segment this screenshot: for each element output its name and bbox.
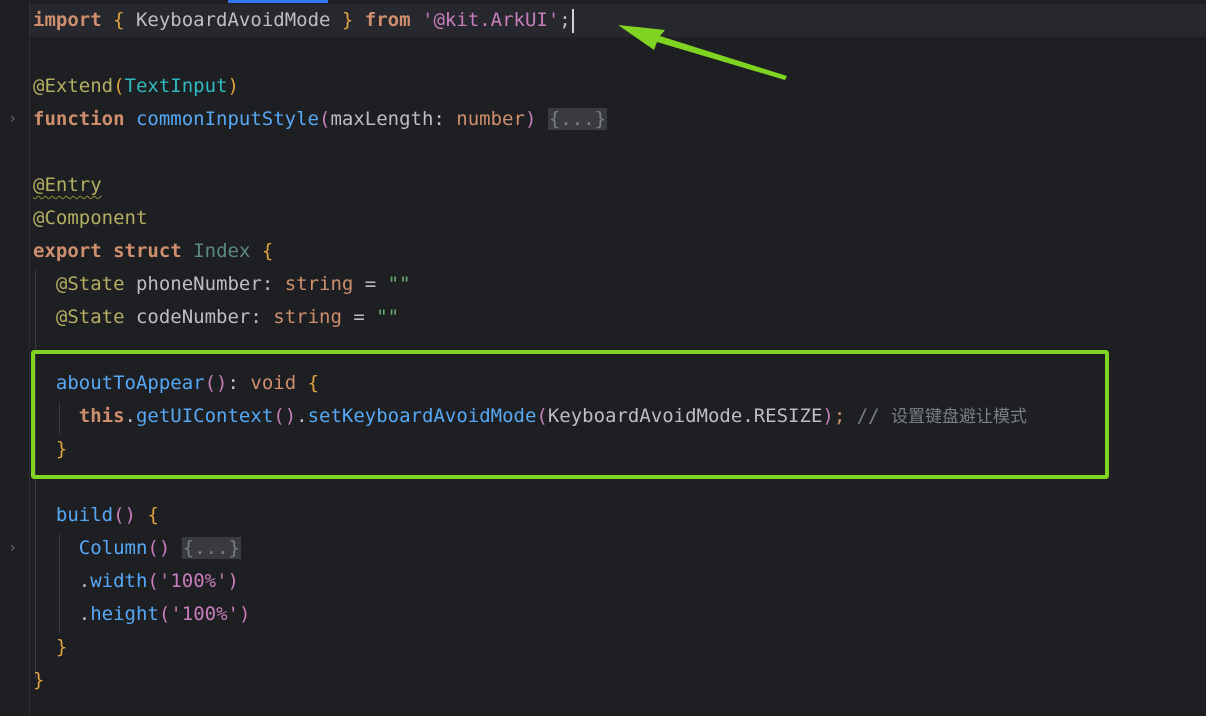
code-line-8[interactable]: export struct Index { xyxy=(33,235,273,268)
class-textinput: TextInput xyxy=(124,75,228,97)
call-width: width xyxy=(90,570,148,592)
field-name: codeNumber xyxy=(124,306,251,328)
code-line-19[interactable]: .height('100%') xyxy=(33,598,251,631)
semicolon: ; xyxy=(559,9,571,31)
colon: : xyxy=(250,306,274,328)
paren-open: ( xyxy=(158,603,171,625)
keyword-from: from xyxy=(364,9,411,31)
brace-close: } xyxy=(33,669,45,691)
code-line-1[interactable]: import { KeyboardAvoidMode } from '@kit.… xyxy=(33,4,574,37)
decorator-extend: @Extend xyxy=(33,75,114,97)
brace-open: { xyxy=(147,504,159,526)
assign: = xyxy=(353,273,388,295)
folded-block[interactable]: {...} xyxy=(181,537,241,559)
assign: = xyxy=(341,306,377,328)
type-number: number xyxy=(456,108,525,130)
parens: () xyxy=(113,504,136,526)
parens: () xyxy=(147,537,171,559)
code-line-17[interactable]: Column() {...} xyxy=(33,532,241,565)
text-caret xyxy=(571,8,574,33)
paren-open: ( xyxy=(147,570,159,592)
type-string: string xyxy=(273,306,342,328)
brace-close: } xyxy=(55,636,68,658)
brace-open: { xyxy=(113,9,125,31)
code-line-10[interactable]: @State codeNumber: string = "" xyxy=(33,301,399,334)
code-line-16[interactable]: build() { xyxy=(33,499,159,532)
gutter-divider xyxy=(29,0,30,716)
import-identifier: KeyboardAvoidMode xyxy=(124,9,342,31)
string-value: "" xyxy=(387,273,411,295)
code-line-6[interactable]: @Entry xyxy=(33,169,102,202)
param-name: maxLength xyxy=(330,108,434,130)
field-name: phoneNumber xyxy=(124,273,262,295)
type-string: string xyxy=(284,273,354,295)
paren-close: ) xyxy=(524,108,537,130)
string-value: "" xyxy=(376,306,400,328)
dot: . xyxy=(78,570,91,592)
keyword-function: function xyxy=(33,108,125,130)
code-line-4[interactable]: function commonInputStyle(maxLength: num… xyxy=(33,103,608,136)
paren-close: ) xyxy=(238,603,251,625)
module-string: '@kit.ArkUI' xyxy=(422,9,560,31)
highlight-box xyxy=(31,350,1109,479)
method-build: build xyxy=(55,504,114,526)
struct-name: Index xyxy=(193,240,251,262)
code-line-9[interactable]: @State phoneNumber: string = "" xyxy=(33,268,411,301)
fold-chevron-icon[interactable]: › xyxy=(10,532,28,565)
paren-close: ) xyxy=(227,570,239,592)
active-tab-indicator xyxy=(228,0,328,3)
code-line-7[interactable]: @Component xyxy=(33,202,147,235)
keyword-struct: struct xyxy=(113,240,182,262)
keyword-export: export xyxy=(33,240,102,262)
function-name: commonInputStyle xyxy=(135,108,319,130)
decorator-component: @Component xyxy=(33,207,148,229)
call-height: height xyxy=(90,603,159,625)
brace-close: } xyxy=(341,9,354,31)
paren-open: ( xyxy=(319,108,331,130)
folded-block[interactable]: {...} xyxy=(547,108,608,130)
paren-open: ( xyxy=(113,75,125,97)
keyword-import: import xyxy=(33,9,102,31)
code-editor[interactable]: › › import { KeyboardAvoidMode } from '@… xyxy=(0,0,1206,716)
code-line-21[interactable]: } xyxy=(33,664,44,697)
colon: : xyxy=(261,273,285,295)
code-line-20[interactable]: } xyxy=(33,631,67,664)
code-line-3[interactable]: @Extend(TextInput) xyxy=(33,70,239,103)
decorator-entry: @Entry xyxy=(33,174,102,196)
paren-close: ) xyxy=(227,75,239,97)
decorator-state: @State xyxy=(55,273,125,295)
decorator-state: @State xyxy=(55,306,125,328)
fold-chevron-icon[interactable]: › xyxy=(10,103,28,136)
code-line-18[interactable]: .width('100%') xyxy=(33,565,239,598)
string-value: '100%' xyxy=(170,603,239,625)
colon: : xyxy=(433,108,457,130)
component-column: Column xyxy=(78,537,148,559)
dot: . xyxy=(78,603,91,625)
brace-open: { xyxy=(261,240,274,262)
string-value: '100%' xyxy=(158,570,228,592)
